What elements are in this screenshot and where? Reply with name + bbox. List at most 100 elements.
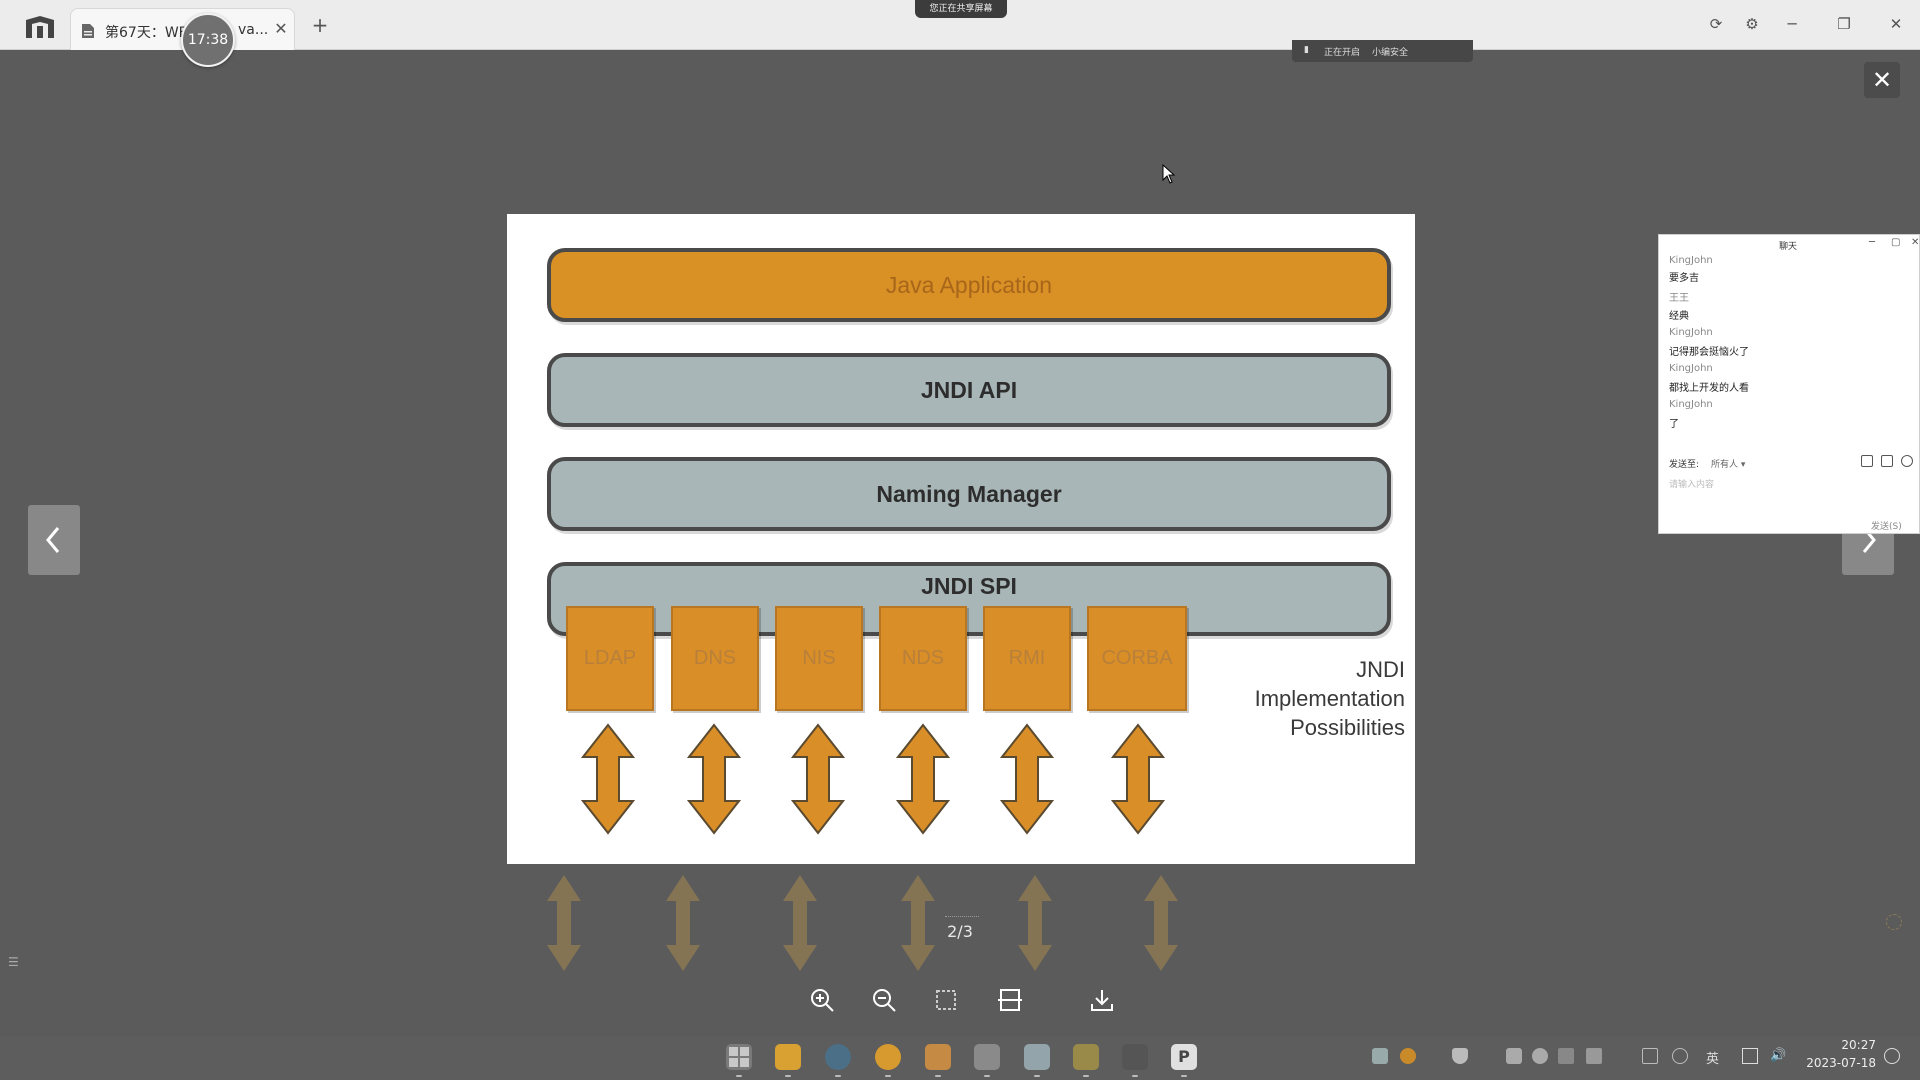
faded-arrow-icon: [666, 875, 700, 971]
chat-minimize-button[interactable]: ─: [1869, 237, 1875, 248]
document-icon: [82, 24, 94, 38]
minimize-button[interactable]: ─: [1782, 14, 1802, 34]
typora-icon[interactable]: [974, 1044, 1000, 1077]
emoji-icon[interactable]: [1861, 455, 1873, 467]
tray-gear-icon[interactable]: [1532, 1048, 1548, 1064]
zoom-in-icon[interactable]: [808, 986, 836, 1014]
chat-message: 要多吉: [1669, 273, 1699, 284]
tray-browser-icon[interactable]: [1400, 1048, 1416, 1064]
maximize-button[interactable]: ❐: [1834, 14, 1854, 34]
chat-sender-name: KingJohn: [1669, 399, 1713, 410]
jndi-api-layer: JNDI API: [547, 353, 1391, 427]
download-icon[interactable]: [1088, 986, 1116, 1014]
recording-timer-badge[interactable]: 17:38: [181, 13, 235, 67]
chat-message: 都找上开发的人看: [1669, 383, 1749, 394]
fit-page-icon[interactable]: [932, 986, 960, 1014]
chrome-icon[interactable]: [875, 1044, 901, 1077]
impl-box-nis: NIS: [775, 606, 863, 711]
tray-p-icon[interactable]: [1558, 1048, 1574, 1064]
photos-icon[interactable]: [1024, 1044, 1050, 1077]
title-bar: 第67天：WE va... ✕ 17:38 + 您正在共享屏幕 ⟳ ⚙ ─ ❐ …: [0, 0, 1920, 67]
java-application-layer: Java Application: [547, 248, 1391, 322]
impl-box-rmi: RMI: [983, 606, 1071, 711]
user-icon[interactable]: [1901, 455, 1913, 467]
windows-logo-icon: [729, 1047, 749, 1067]
double-arrow-icon: [687, 723, 741, 835]
new-tab-button[interactable]: +: [310, 15, 330, 36]
tray-tool-icon[interactable]: [1506, 1048, 1522, 1064]
chat-close-button[interactable]: ✕: [1911, 237, 1919, 248]
page-indicator: 2/3: [947, 922, 973, 941]
file-icon[interactable]: [1881, 455, 1893, 467]
previous-page-button[interactable]: [28, 505, 80, 575]
double-arrow-icon: [791, 723, 845, 835]
tray-phone-icon[interactable]: [1642, 1048, 1658, 1064]
network-icon[interactable]: [1742, 1048, 1758, 1064]
file-explorer-icon[interactable]: [775, 1044, 801, 1077]
impl-box-dns: DNS: [671, 606, 759, 711]
caption-line: Possibilities: [1290, 715, 1405, 740]
notification-icon[interactable]: [1884, 1048, 1900, 1064]
chat-send-button[interactable]: 发送(S): [1871, 519, 1902, 532]
floating-widget-icon[interactable]: [1886, 914, 1902, 930]
status-text-a: 正在开启: [1324, 48, 1361, 58]
microphone-icon[interactable]: [1672, 1048, 1688, 1064]
clock-time[interactable]: 20:27: [1836, 1038, 1876, 1052]
impl-box-corba: CORBA: [1087, 606, 1187, 711]
caption-line: JNDI: [1356, 657, 1405, 682]
zoom-out-icon[interactable]: [870, 986, 898, 1014]
rotate-icon[interactable]: [996, 986, 1024, 1014]
close-window-button[interactable]: ✕: [1886, 14, 1906, 34]
chat-panel: 聊天 ─ ▢ ✕ KingJohn 要多吉 王王 经典 KingJohn 记得那…: [1658, 234, 1920, 534]
faded-arrow-icon: [1144, 875, 1178, 971]
chevron-left-icon: [46, 527, 60, 553]
settings-icon[interactable]: ⚙: [1742, 14, 1762, 34]
impl-box-nds: NDS: [879, 606, 967, 711]
recipient-select[interactable]: 所有人 ▾: [1711, 457, 1745, 470]
chat-input[interactable]: 请输入内容: [1669, 477, 1714, 490]
double-arrow-icon: [581, 723, 635, 835]
meeting-status-bar[interactable]: ▮ 正在开启 小编安全: [1292, 40, 1473, 62]
status-text-b: 小编安全: [1372, 48, 1409, 58]
shield-icon[interactable]: [1452, 1048, 1468, 1064]
slide-image: Java Application JNDI API Naming Manager…: [507, 214, 1415, 864]
chat-sender-name: 王王: [1669, 293, 1689, 304]
impl-box-ldap: LDAP: [566, 606, 654, 711]
input-method-indicator[interactable]: 英: [1706, 1048, 1722, 1067]
status-indicator-icon: ▮: [1304, 45, 1309, 55]
clock-date[interactable]: 2023-07-18: [1800, 1056, 1876, 1070]
edge-icon[interactable]: [825, 1044, 851, 1077]
chat-sender-name: KingJohn: [1669, 327, 1713, 338]
app-logo-icon[interactable]: [22, 14, 58, 40]
tab-title: 第67天：WE: [105, 25, 188, 41]
ide-icon[interactable]: [1073, 1044, 1099, 1077]
chat-title: 聊天: [1779, 242, 1798, 252]
chat-maximize-button[interactable]: ▢: [1891, 237, 1900, 248]
terminal-icon[interactable]: [1122, 1044, 1148, 1077]
send-to-label: 发送至:: [1669, 460, 1700, 470]
chat-message: 了: [1669, 419, 1679, 430]
screen-share-status[interactable]: 您正在共享屏幕: [915, 0, 1007, 18]
faded-arrow-icon: [1018, 875, 1052, 971]
tab-close-icon[interactable]: ✕: [273, 21, 289, 37]
volume-icon[interactable]: 🔊: [1770, 1048, 1786, 1064]
faded-arrow-icon: [901, 875, 935, 971]
chat-sender-name: KingJohn: [1669, 255, 1713, 266]
taskbar: [0, 1036, 1920, 1080]
bird-icon[interactable]: [925, 1044, 951, 1077]
p-app-icon[interactable]: P: [1171, 1044, 1197, 1077]
tray-app-icon[interactable]: [1372, 1048, 1388, 1064]
caption-line: Implementation: [1254, 686, 1405, 711]
page-divider: [945, 916, 979, 917]
tray-sync-icon[interactable]: [1586, 1048, 1602, 1064]
implementation-caption: JNDI Implementation Possibilities: [1197, 655, 1405, 742]
viewer-close-button[interactable]: ✕: [1864, 62, 1900, 98]
sidebar-toggle-icon[interactable]: ☰: [8, 955, 19, 969]
chat-header: 聊天 ─ ▢ ✕: [1659, 235, 1920, 255]
double-arrow-icon: [1000, 723, 1054, 835]
refresh-icon[interactable]: ⟳: [1706, 14, 1726, 34]
chat-sender-name: KingJohn: [1669, 363, 1713, 374]
double-arrow-icon: [1111, 723, 1165, 835]
naming-manager-layer: Naming Manager: [547, 457, 1391, 531]
start-icon[interactable]: [726, 1044, 752, 1077]
